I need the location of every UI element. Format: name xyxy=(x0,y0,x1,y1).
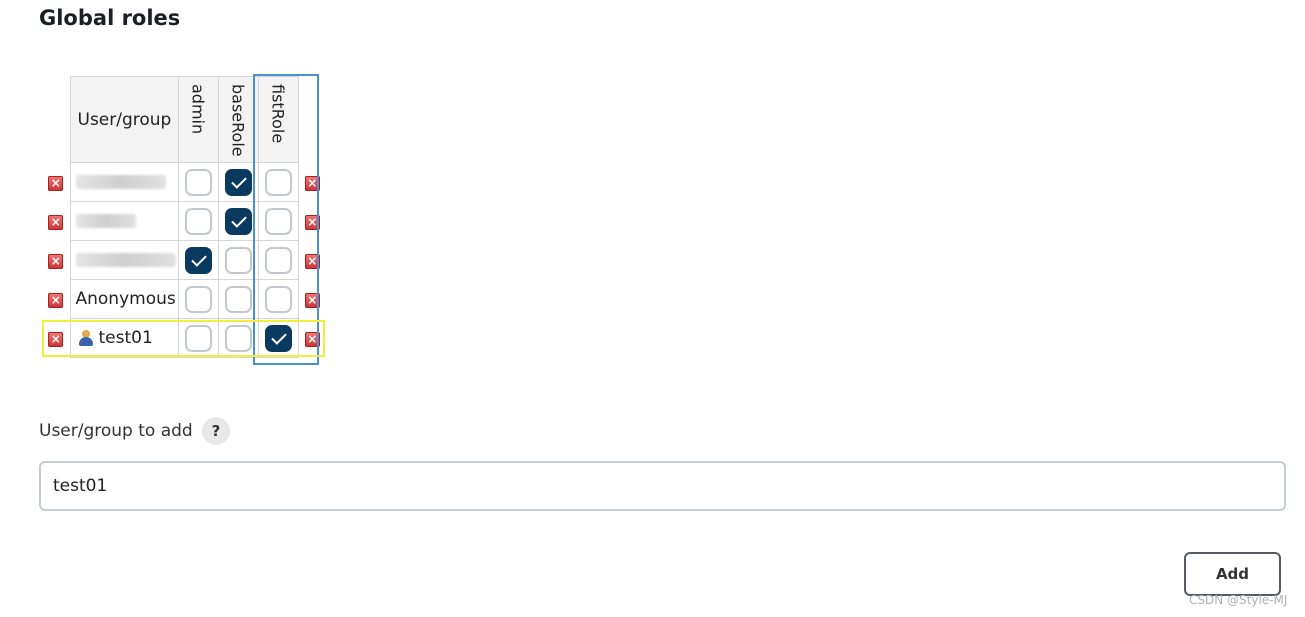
role-cell xyxy=(217,240,259,280)
close-icon[interactable]: × xyxy=(48,176,64,191)
user-cell xyxy=(69,201,179,241)
table-row: × × xyxy=(42,240,326,280)
role-header-label: fistRole xyxy=(268,83,288,143)
help-icon[interactable]: ? xyxy=(202,417,230,445)
delete-cell: × xyxy=(42,319,70,358)
obscured-username xyxy=(75,175,166,189)
role-header-label: admin xyxy=(188,83,208,134)
role-cell xyxy=(177,240,219,280)
delete-cell: × xyxy=(42,241,70,280)
role-checkbox-fistrole[interactable] xyxy=(264,246,292,274)
role-cell xyxy=(257,279,299,319)
delete-cell: × xyxy=(298,202,326,241)
delete-cell: × xyxy=(298,241,326,280)
table-row: × × xyxy=(42,162,326,202)
section-title: Global roles xyxy=(39,6,181,30)
role-cell xyxy=(177,318,219,358)
user-cell xyxy=(69,162,179,202)
user-cell xyxy=(69,240,179,280)
role-cell xyxy=(257,318,299,358)
table-row: × × xyxy=(42,201,326,241)
close-icon[interactable]: × xyxy=(304,332,320,347)
close-icon[interactable]: × xyxy=(304,293,320,308)
role-header-admin: admin xyxy=(177,76,219,163)
user-name: Anonymous xyxy=(75,289,176,309)
role-cell xyxy=(217,162,259,202)
user-cell: test01 xyxy=(69,318,179,358)
role-checkbox-fistrole[interactable] xyxy=(264,324,292,352)
role-checkbox-fistrole[interactable] xyxy=(264,168,292,196)
role-cell xyxy=(257,162,299,202)
role-checkbox-baserole[interactable] xyxy=(224,207,252,235)
close-icon[interactable]: × xyxy=(304,254,320,269)
roles-header-row: User/group admin baseRole fistRole xyxy=(42,76,326,163)
role-checkbox-admin[interactable] xyxy=(184,285,212,313)
role-checkbox-baserole[interactable] xyxy=(224,246,252,274)
role-cell xyxy=(177,162,219,202)
role-header-label: baseRole xyxy=(228,83,248,157)
close-icon[interactable]: × xyxy=(48,254,64,269)
role-cell xyxy=(217,201,259,241)
user-icon xyxy=(78,330,93,346)
user-group-header: User/group xyxy=(69,76,179,163)
add-button[interactable]: Add xyxy=(1184,552,1281,596)
header-spacer xyxy=(298,77,326,163)
close-icon[interactable]: × xyxy=(304,176,320,191)
role-cell xyxy=(217,318,259,358)
close-icon[interactable]: × xyxy=(48,215,64,230)
delete-cell: × xyxy=(42,202,70,241)
close-icon[interactable]: × xyxy=(48,332,64,347)
role-header-fistrole: fistRole xyxy=(257,76,299,163)
role-checkbox-baserole[interactable] xyxy=(224,324,252,352)
obscured-username xyxy=(75,214,136,228)
header-spacer xyxy=(42,77,70,163)
role-cell xyxy=(217,279,259,319)
close-icon[interactable]: × xyxy=(48,293,64,308)
role-checkbox-admin[interactable] xyxy=(184,324,212,352)
role-checkbox-baserole[interactable] xyxy=(224,285,252,313)
table-row: × Anonymous × xyxy=(42,279,326,319)
role-cell xyxy=(257,201,299,241)
obscured-username xyxy=(75,253,176,267)
user-group-input[interactable] xyxy=(39,461,1286,511)
delete-cell: × xyxy=(298,280,326,319)
user-cell: Anonymous xyxy=(69,279,179,319)
roles-table: User/group admin baseRole fistRole × × × × ×… xyxy=(42,76,326,358)
user-group-to-add-label: User/group to add xyxy=(39,421,193,441)
role-cell xyxy=(177,279,219,319)
delete-cell: × xyxy=(298,319,326,358)
role-checkbox-fistrole[interactable] xyxy=(264,285,292,313)
table-row: × test01 × xyxy=(42,318,326,358)
watermark: CSDN @Style-MJ xyxy=(1189,593,1288,607)
role-cell xyxy=(257,240,299,280)
role-checkbox-admin[interactable] xyxy=(184,207,212,235)
role-cell xyxy=(177,201,219,241)
delete-cell: × xyxy=(42,280,70,319)
delete-cell: × xyxy=(298,163,326,202)
role-checkbox-baserole[interactable] xyxy=(224,168,252,196)
user-name: test01 xyxy=(98,328,153,348)
role-checkbox-admin[interactable] xyxy=(184,168,212,196)
role-checkbox-admin[interactable] xyxy=(184,246,212,274)
delete-cell: × xyxy=(42,163,70,202)
close-icon[interactable]: × xyxy=(304,215,320,230)
role-header-baserole: baseRole xyxy=(217,76,259,163)
role-checkbox-fistrole[interactable] xyxy=(264,207,292,235)
